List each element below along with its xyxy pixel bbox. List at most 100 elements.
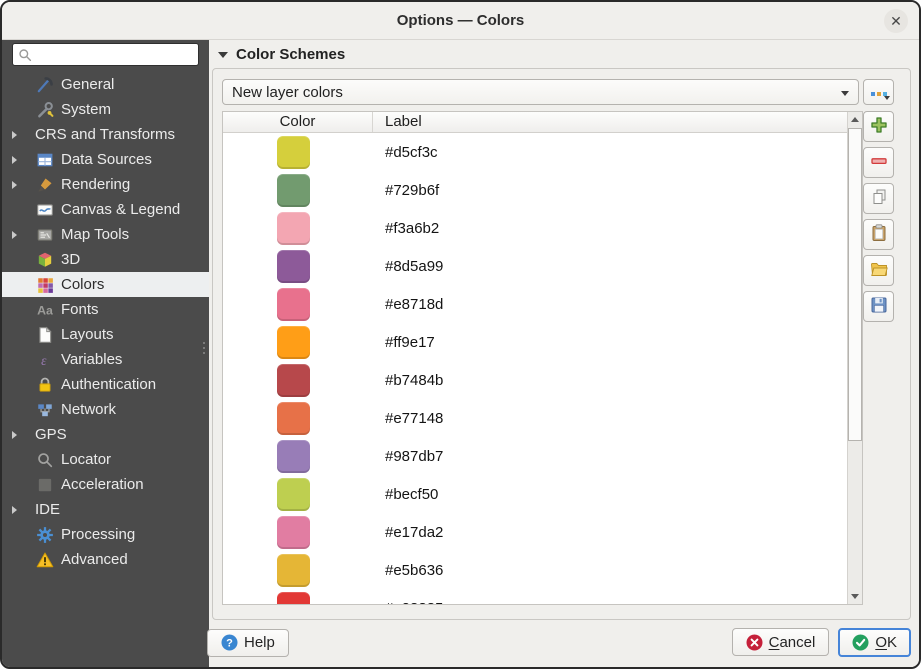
color-label[interactable]: #becf50: [385, 486, 438, 503]
color-swatch[interactable]: [277, 364, 310, 397]
save-icon: [869, 295, 889, 318]
expand-arrow-icon[interactable]: [10, 155, 23, 165]
sidebar-item-fonts[interactable]: Aa Fonts: [2, 297, 209, 322]
color-label[interactable]: #e23835: [385, 600, 443, 605]
sidebar-item-system[interactable]: System: [2, 97, 209, 122]
general-icon: [36, 76, 54, 94]
expand-arrow-icon[interactable]: [10, 130, 23, 140]
color-swatch[interactable]: [277, 288, 310, 321]
processing-icon: [36, 526, 54, 544]
color-row[interactable]: #729b6f: [223, 171, 847, 209]
sidebar-item-crs-and-transforms[interactable]: CRS and Transforms: [2, 122, 209, 147]
sidebar-item-colors[interactable]: Colors: [2, 272, 209, 297]
color-swatch[interactable]: [277, 212, 310, 245]
sidebar-item-network[interactable]: Network: [2, 397, 209, 422]
paste-colors-button[interactable]: [863, 219, 894, 250]
color-label[interactable]: #e17da2: [385, 524, 443, 541]
color-swatch[interactable]: [277, 478, 310, 511]
sidebar-item-layouts[interactable]: Layouts: [2, 322, 209, 347]
scrollbar-thumb[interactable]: [848, 128, 862, 441]
color-swatch[interactable]: [277, 440, 310, 473]
add-color-button[interactable]: [863, 111, 894, 142]
expand-arrow-icon[interactable]: [10, 505, 23, 515]
color-row[interactable]: #987db7: [223, 437, 847, 475]
sidebar-item-label: Variables: [61, 351, 122, 368]
section-header[interactable]: Color Schemes: [218, 46, 345, 63]
sidebar-item-label: Fonts: [61, 301, 99, 318]
sidebar-item-variables[interactable]: εVariables: [2, 347, 209, 372]
color-row[interactable]: #d5cf3c: [223, 133, 847, 171]
color-swatch[interactable]: [277, 174, 310, 207]
color-row[interactable]: #8d5a99: [223, 247, 847, 285]
import-colors-button[interactable]: [863, 255, 894, 286]
sidebar-item-canvas-legend[interactable]: Canvas & Legend: [2, 197, 209, 222]
expand-arrow-icon[interactable]: [10, 180, 23, 190]
cancel-button-label: Cancel: [769, 634, 816, 651]
scroll-up-icon[interactable]: [848, 112, 862, 127]
sidebar-item-advanced[interactable]: Advanced: [2, 547, 209, 572]
scheme-menu-button[interactable]: [863, 79, 894, 105]
sidebar-item-locator[interactable]: Locator: [2, 447, 209, 472]
sidebar-item-ide[interactable]: IDE: [2, 497, 209, 522]
color-label[interactable]: #e77148: [385, 410, 443, 427]
table-scrollbar[interactable]: [847, 112, 862, 604]
color-swatch[interactable]: [277, 136, 310, 169]
sidebar-item-processing[interactable]: Processing: [2, 522, 209, 547]
color-row[interactable]: #e8718d: [223, 285, 847, 323]
sidebar-item-3d[interactable]: 3D: [2, 247, 209, 272]
color-row[interactable]: #e5b636: [223, 551, 847, 589]
remove-color-button[interactable]: [863, 147, 894, 178]
svg-text:Aa: Aa: [37, 303, 53, 317]
sidebar-item-acceleration[interactable]: Acceleration: [2, 472, 209, 497]
copy-colors-button[interactable]: [863, 183, 894, 214]
color-row[interactable]: #ff9e17: [223, 323, 847, 361]
color-swatch[interactable]: [277, 402, 310, 435]
color-row[interactable]: #e77148: [223, 399, 847, 437]
sidebar-item-label: GPS: [35, 426, 67, 443]
sidebar-item-map-tools[interactable]: Map Tools: [2, 222, 209, 247]
color-swatch[interactable]: [277, 516, 310, 549]
sidebar-item-gps[interactable]: GPS: [2, 422, 209, 447]
color-swatch[interactable]: [277, 554, 310, 587]
system-icon: [36, 101, 54, 119]
color-row[interactable]: #e23835: [223, 589, 847, 604]
color-label[interactable]: #d5cf3c: [385, 144, 438, 161]
cancel-button[interactable]: Cancel: [732, 628, 830, 656]
menu-arrow-icon: [884, 96, 890, 100]
color-row[interactable]: #e17da2: [223, 513, 847, 551]
sidebar-item-authentication[interactable]: Authentication: [2, 372, 209, 397]
scroll-down-icon[interactable]: [848, 589, 862, 604]
color-label[interactable]: #b7484b: [385, 372, 443, 389]
chevron-down-icon: [841, 91, 849, 96]
expand-arrow-icon[interactable]: [10, 430, 23, 440]
sidebar-item-data-sources[interactable]: Data Sources: [2, 147, 209, 172]
color-row[interactable]: #becf50: [223, 475, 847, 513]
color-swatch[interactable]: [277, 326, 310, 359]
tree-indent: [10, 355, 23, 365]
color-row[interactable]: #b7484b: [223, 361, 847, 399]
color-label[interactable]: #987db7: [385, 448, 443, 465]
scheme-select[interactable]: New layer colors: [222, 79, 859, 105]
expand-arrow-icon[interactable]: [10, 230, 23, 240]
color-swatch[interactable]: [277, 250, 310, 283]
color-swatch[interactable]: [277, 592, 310, 605]
ok-icon: [852, 634, 869, 651]
color-label[interactable]: #729b6f: [385, 182, 439, 199]
column-header-color[interactable]: Color: [223, 112, 373, 132]
sidebar-item-rendering[interactable]: Rendering: [2, 172, 209, 197]
color-label[interactable]: #f3a6b2: [385, 220, 439, 237]
column-header-label[interactable]: Label: [373, 112, 862, 132]
ok-button[interactable]: OK: [838, 628, 911, 657]
warning-icon: [36, 551, 54, 569]
settings-search-input[interactable]: [37, 45, 194, 64]
export-colors-button[interactable]: [863, 291, 894, 322]
splitter-handle[interactable]: [201, 335, 207, 361]
color-row[interactable]: #f3a6b2: [223, 209, 847, 247]
color-label[interactable]: #e5b636: [385, 562, 443, 579]
color-label[interactable]: #e8718d: [385, 296, 443, 313]
color-label[interactable]: #ff9e17: [385, 334, 435, 351]
sidebar-item-general[interactable]: General: [2, 72, 209, 97]
close-button[interactable]: ✕: [884, 9, 908, 33]
color-label[interactable]: #8d5a99: [385, 258, 443, 275]
help-button[interactable]: ? Help: [207, 629, 289, 657]
